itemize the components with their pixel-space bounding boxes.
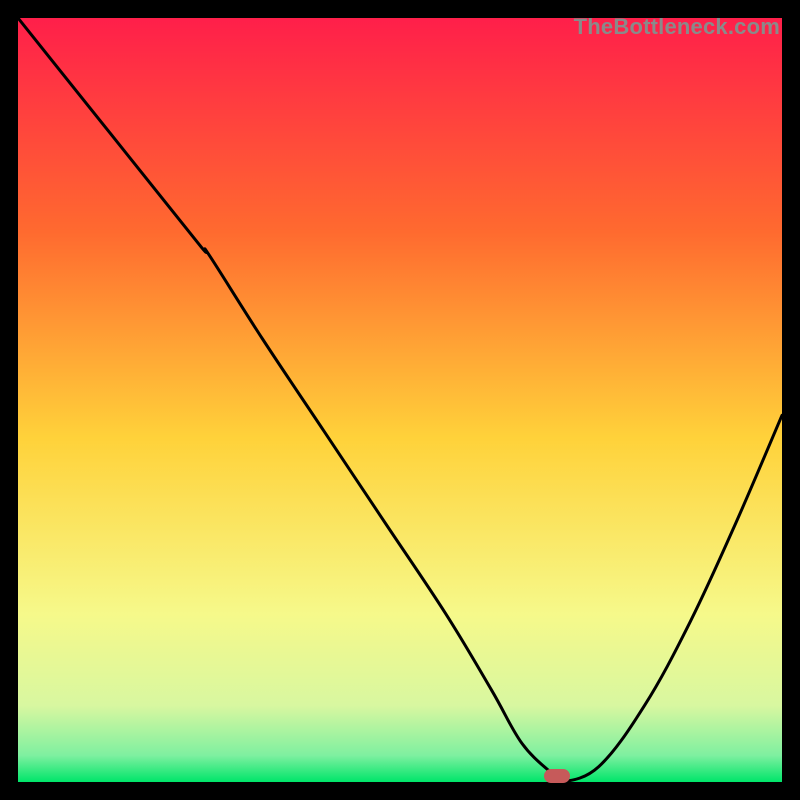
optimum-marker — [544, 769, 570, 783]
chart-frame: TheBottleneck.com — [18, 18, 782, 782]
watermark-text: TheBottleneck.com — [574, 14, 780, 40]
bottleneck-chart — [18, 18, 782, 782]
